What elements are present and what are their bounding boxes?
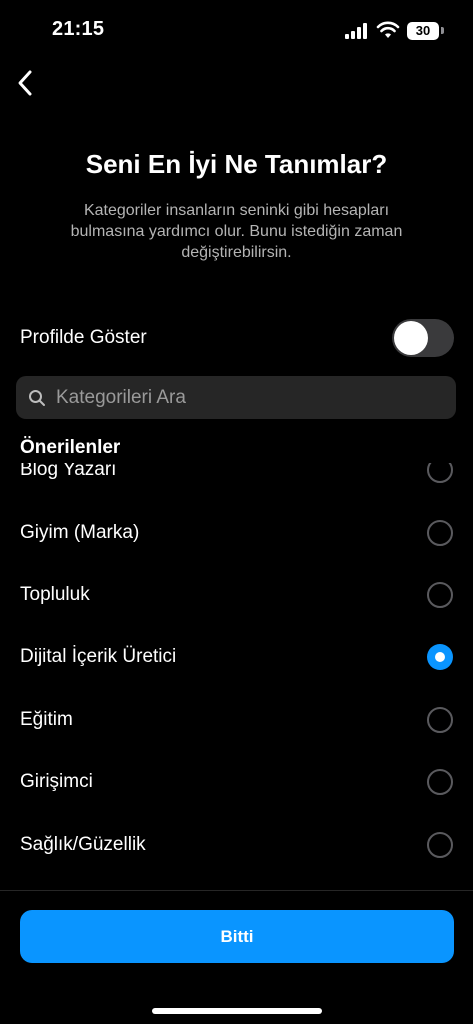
footer-divider bbox=[0, 890, 473, 891]
category-label: Girişimci bbox=[20, 771, 93, 793]
search-bar bbox=[16, 376, 456, 419]
category-list[interactable]: Blog Yazarı Giyim (Marka) Topluluk Dijit… bbox=[0, 463, 473, 890]
category-label: Sağlık/Güzellik bbox=[20, 833, 146, 855]
category-item[interactable]: Sağlık/Güzellik bbox=[0, 813, 473, 875]
battery-icon: 30 bbox=[407, 22, 439, 40]
radio-button[interactable] bbox=[427, 831, 453, 858]
radio-button[interactable] bbox=[427, 769, 453, 796]
radio-button[interactable] bbox=[427, 463, 453, 484]
home-indicator bbox=[152, 1008, 322, 1014]
category-item[interactable]: Dijital İçerik Üretici bbox=[0, 626, 473, 688]
wifi-icon bbox=[376, 21, 400, 38]
category-label: Giyim (Marka) bbox=[20, 521, 140, 543]
status-time: 21:15 bbox=[52, 18, 105, 40]
radio-button[interactable] bbox=[427, 581, 453, 608]
category-item[interactable]: Eğitim bbox=[0, 689, 473, 751]
toggle-knob bbox=[394, 321, 428, 355]
battery-tip bbox=[441, 27, 444, 34]
category-item[interactable]: Girişimci bbox=[0, 751, 473, 813]
category-label: Blog Yazarı bbox=[20, 463, 117, 481]
category-label: Topluluk bbox=[20, 583, 90, 605]
search-icon bbox=[29, 389, 45, 406]
radio-button[interactable] bbox=[427, 706, 453, 733]
show-on-profile-label: Profilde Göster bbox=[20, 327, 147, 348]
category-item[interactable]: Giyim (Marka) bbox=[0, 501, 473, 563]
page-subtitle: Kategoriler insanların seninki gibi hesa… bbox=[70, 202, 403, 261]
done-button[interactable]: Bitti bbox=[20, 910, 454, 963]
back-button[interactable] bbox=[8, 66, 42, 100]
search-input[interactable] bbox=[54, 385, 456, 410]
category-label: Eğitim bbox=[20, 708, 73, 730]
category-label: Dijital İçerik Üretici bbox=[20, 646, 177, 668]
radio-button[interactable] bbox=[427, 644, 453, 671]
radio-button[interactable] bbox=[427, 519, 453, 546]
category-item[interactable]: Blog Yazarı bbox=[0, 463, 473, 501]
show-on-profile-toggle[interactable] bbox=[392, 319, 454, 357]
cellular-signal-icon bbox=[345, 23, 367, 39]
section-title-suggested: Önerilenler bbox=[20, 437, 121, 458]
chevron-left-icon bbox=[18, 70, 32, 96]
category-item[interactable]: Topluluk bbox=[0, 564, 473, 626]
show-on-profile-row: Profilde Göster bbox=[20, 318, 454, 358]
page-title: Seni En İyi Ne Tanımlar? bbox=[85, 149, 388, 179]
